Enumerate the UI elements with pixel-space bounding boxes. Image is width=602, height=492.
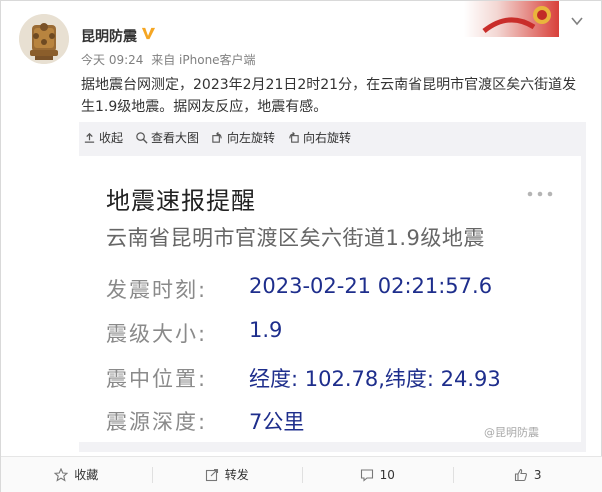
rotate-left-icon (212, 131, 222, 143)
view-large-label: 查看大图 (151, 130, 200, 145)
user-name[interactable]: 昆明防震 (81, 26, 137, 46)
rotate-left-label: 向左旋转 (227, 130, 276, 145)
avatar-image (19, 14, 69, 64)
post-text: 据地震台网测定，2023年2月21日2时21分，在云南省昆明市官渡区矣六街道发生… (81, 77, 577, 115)
media-toolbar: 收起 查看大图 向左旋转 向右旋转 (79, 122, 586, 152)
collapse-icon (84, 132, 95, 143)
card-subtitle: 云南省昆明市官渡区矣六街道1.9级地震 (106, 226, 485, 250)
repost-button[interactable]: 转发 (151, 457, 303, 492)
more-chevron-down-icon[interactable] (569, 13, 585, 29)
repost-label: 转发 (224, 468, 249, 482)
image-watermark: @昆明防震 (484, 426, 539, 439)
card-title: 地震速报提醒 (106, 187, 256, 215)
depth-label: 震源深度: (106, 410, 208, 434)
collapse-label: 收起 (99, 130, 124, 145)
post-meta: 今天 09:24 来自 iPhone客户端 (81, 51, 260, 68)
post-time[interactable]: 今天 09:24 (81, 53, 143, 67)
post-source[interactable]: 来自 iPhone客户端 (151, 53, 255, 67)
rotate-right-button[interactable]: 向右旋转 (287, 129, 351, 146)
origin-time-label: 发震时刻: (106, 278, 208, 302)
decorative-banner (464, 1, 559, 37)
repost-icon (205, 468, 218, 481)
rotate-right-icon (289, 131, 299, 143)
thumbs-up-icon (514, 468, 527, 481)
comment-icon (360, 468, 373, 482)
magnifier-icon (136, 131, 148, 144)
star-icon (54, 467, 69, 482)
more-dots-icon (527, 191, 553, 197)
rotate-right-label: 向右旋转 (303, 130, 352, 145)
verified-icon (141, 27, 156, 40)
epicenter-value: 经度: 102.78,纬度: 24.93 (249, 367, 501, 391)
comment-count: 10 (379, 467, 395, 482)
post-actions: 收藏 转发 10 3 (1, 456, 602, 492)
epicenter-label: 震中位置: (106, 367, 208, 391)
depth-value: 7公里 (249, 410, 305, 434)
magnitude-value: 1.9 (249, 318, 283, 342)
like-button[interactable]: 3 (452, 457, 602, 492)
collapse-button[interactable]: 收起 (83, 129, 123, 146)
rotate-left-button[interactable]: 向左旋转 (211, 129, 275, 146)
earthquake-alert-image[interactable]: 地震速报提醒 云南省昆明市官渡区矣六街道1.9级地震 发震时刻: 2023-02… (79, 156, 581, 442)
favorite-button[interactable]: 收藏 (1, 457, 152, 492)
weibo-post: 昆明防震 今天 09:24 来自 iPhone客户端 据地震台网测定，2023年… (0, 0, 602, 492)
avatar[interactable] (19, 14, 69, 64)
like-count: 3 (533, 467, 542, 482)
origin-time-value: 2023-02-21 02:21:57.6 (249, 274, 493, 298)
comment-button[interactable]: 10 (302, 457, 453, 492)
favorite-label: 收藏 (74, 468, 99, 482)
view-large-button[interactable]: 查看大图 (135, 129, 199, 146)
magnitude-label: 震级大小: (106, 322, 208, 346)
